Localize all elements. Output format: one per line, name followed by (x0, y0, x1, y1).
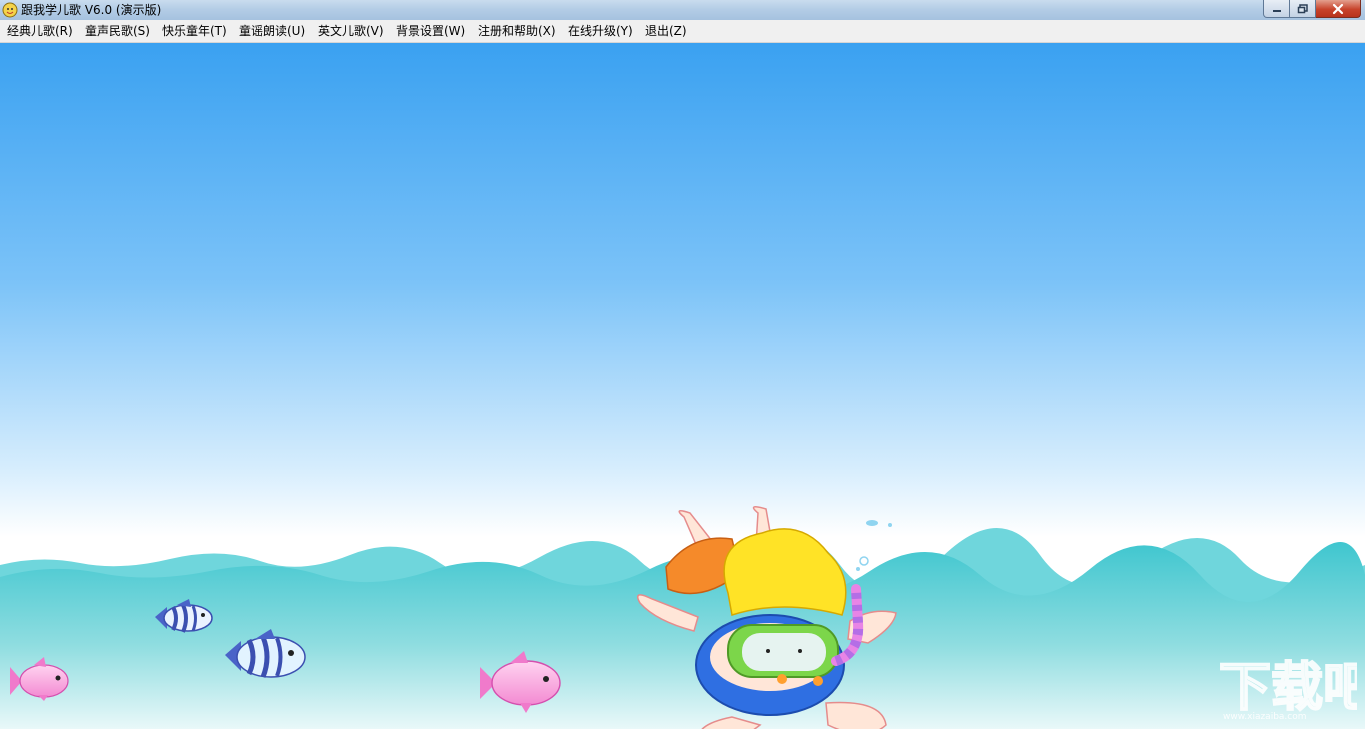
menu-background-settings[interactable]: 背景设置(W) (396, 23, 465, 39)
svg-text:下载吧: 下载吧 (1219, 658, 1357, 718)
svg-text:www.xiazaiba.com: www.xiazaiba.com (1223, 712, 1307, 722)
close-button[interactable] (1316, 0, 1361, 18)
app-icon (2, 2, 18, 18)
menu-bar: 经典儿歌(R) 童声民歌(S) 快乐童年(T) 童谣朗读(U) 英文儿歌(V) … (0, 20, 1365, 43)
maximize-icon (1297, 3, 1308, 13)
title-bar[interactable]: 跟我学儿歌 V6.0 (演示版) (0, 0, 1365, 20)
close-icon (1332, 3, 1344, 14)
menu-register-help[interactable]: 注册和帮助(X) (478, 23, 556, 39)
menu-english-songs[interactable]: 英文儿歌(V) (318, 23, 384, 39)
ocean-scene: 下载吧 www.xiazaiba.com (0, 43, 1365, 729)
menu-folk-songs[interactable]: 童声民歌(S) (85, 23, 150, 39)
window-title: 跟我学儿歌 V6.0 (演示版) (21, 3, 162, 17)
minimize-button[interactable] (1263, 0, 1290, 18)
minimize-icon (1272, 9, 1281, 12)
menu-online-upgrade[interactable]: 在线升级(Y) (568, 23, 633, 39)
ocean-illustration (0, 43, 1365, 729)
xiazaiba-watermark: 下载吧 www.xiazaiba.com (1219, 657, 1357, 722)
menu-classic-songs[interactable]: 经典儿歌(R) (7, 23, 73, 39)
menu-nursery-reading[interactable]: 童谣朗读(U) (239, 23, 305, 39)
menu-exit[interactable]: 退出(Z) (645, 23, 687, 39)
maximize-button[interactable] (1290, 0, 1316, 18)
menu-happy-childhood[interactable]: 快乐童年(T) (162, 23, 227, 39)
